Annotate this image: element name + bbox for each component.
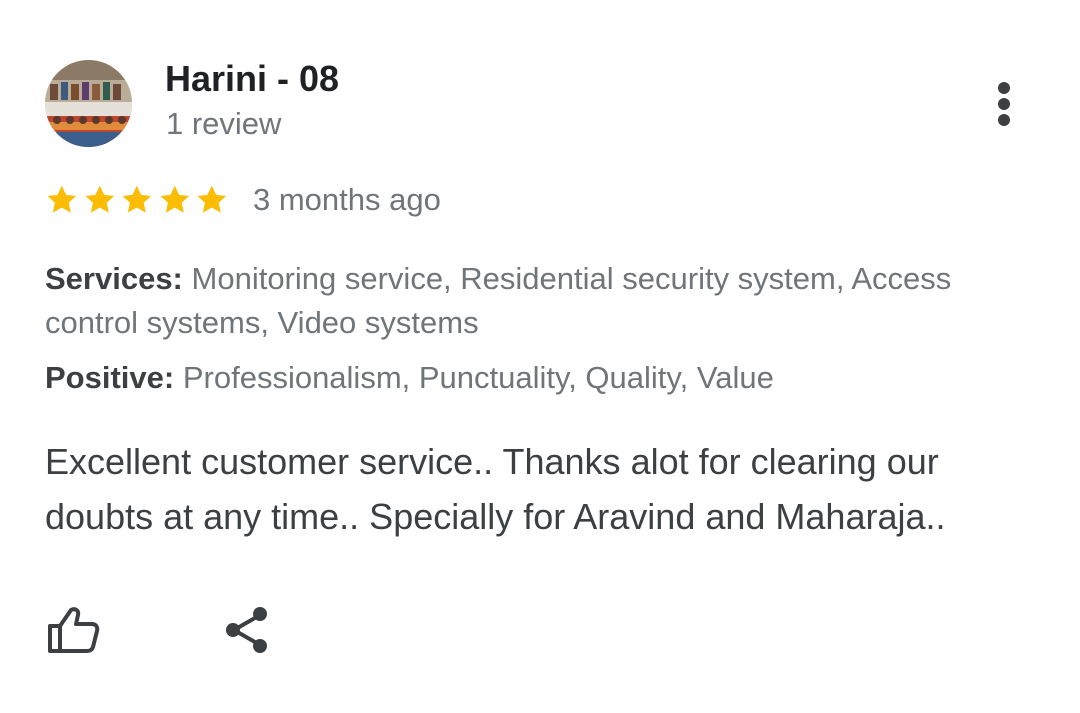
- rating-row: 3 months ago: [43, 178, 441, 222]
- services-attribute: Services: Monitoring service, Residentia…: [45, 257, 1005, 345]
- author-avatar[interactable]: [45, 60, 132, 147]
- more-dot: [998, 114, 1010, 126]
- more-dot: [998, 82, 1010, 94]
- like-button[interactable]: [45, 604, 101, 656]
- star-icon: [85, 185, 114, 213]
- review-card: Harini - 08 1 review 3 months ago Servic…: [0, 0, 1080, 713]
- positive-value: Professionalism, Punctuality, Quality, V…: [182, 360, 774, 395]
- thumb-up-icon: [48, 607, 100, 653]
- star-icon: [197, 185, 227, 213]
- author-name[interactable]: Harini - 08: [165, 58, 339, 100]
- star-rating: [43, 182, 231, 218]
- more-vert-icon: [998, 82, 1010, 126]
- avatar-photo: [45, 60, 132, 147]
- more-dot: [998, 98, 1010, 110]
- star-icon: [47, 185, 77, 213]
- share-icon: [226, 607, 267, 653]
- share-button[interactable]: [222, 604, 274, 656]
- review-text: Excellent customer service.. Thanks alot…: [45, 441, 946, 537]
- star-icon: [122, 185, 152, 213]
- star-icon: [160, 185, 189, 213]
- positive-label: Positive:: [45, 360, 175, 395]
- author-review-count: 1 review: [166, 106, 282, 141]
- review-date: 3 months ago: [252, 182, 441, 217]
- services-label: Services:: [45, 261, 183, 296]
- positive-attribute: Positive: Professionalism, Punctuality, …: [45, 356, 1005, 400]
- more-options-button[interactable]: [980, 78, 1028, 130]
